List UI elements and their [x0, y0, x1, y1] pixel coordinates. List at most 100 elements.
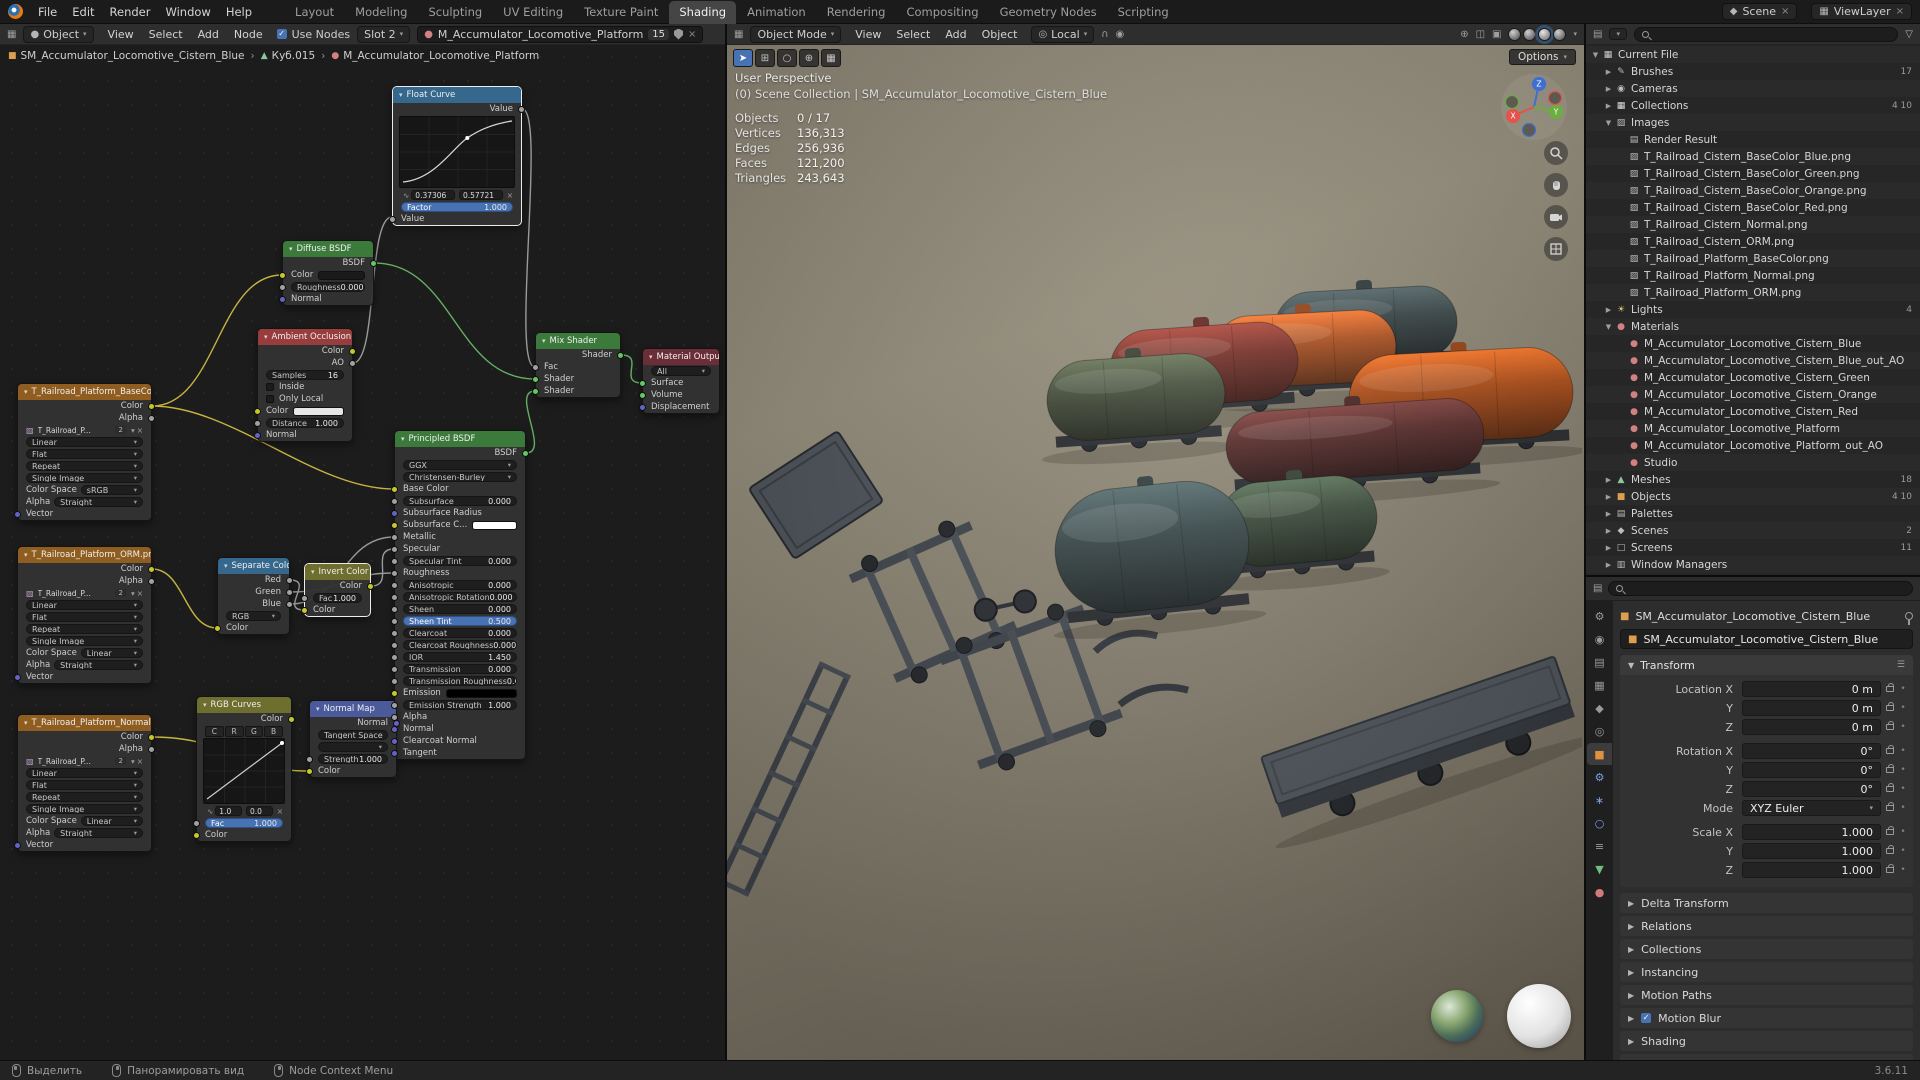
menu-help[interactable]: Help	[219, 3, 259, 21]
dropdown-field[interactable]: Repeat ▾	[26, 461, 143, 471]
node-prop-alpha[interactable]: Alpha Straight ▾	[18, 496, 151, 508]
matcap-preview-sphere[interactable]	[1507, 984, 1571, 1048]
animate-dot-icon[interactable]: •	[1899, 846, 1907, 856]
node-slider-sheen[interactable]: Sheen 0.000	[391, 603, 525, 615]
node-header-ambient-occlusion[interactable]: ▾ Ambient Occlusion	[258, 329, 352, 345]
disclosure-right-icon[interactable]: ▶	[1603, 561, 1614, 569]
outliner-row-m-accumulator-locomotive-cistern-blue[interactable]: ● M_Accumulator_Locomotive_Cistern_Blue	[1586, 335, 1920, 352]
node-header-invert-color[interactable]: ▾ Invert Color	[305, 564, 370, 580]
node-socket[interactable]	[148, 577, 155, 585]
dropdown-field[interactable]: Flat ▾	[26, 780, 143, 790]
unlink-image-icon[interactable]: ×	[137, 426, 143, 435]
slider-field[interactable]: Clearcoat 0.000	[403, 628, 517, 638]
menu-view[interactable]: View	[101, 26, 141, 43]
section-collections[interactable]: ▶ Collections	[1620, 939, 1913, 959]
curve-widget[interactable]	[399, 116, 516, 188]
node-dropdown-rgb[interactable]: RGB ▾	[218, 610, 289, 622]
node-header-material-output[interactable]: ▾ Material Output	[643, 349, 719, 365]
value-field[interactable]: 1.000	[1742, 862, 1881, 878]
browse-image-icon[interactable]: ▾	[131, 757, 135, 766]
animate-dot-icon[interactable]: •	[1899, 765, 1907, 775]
color-swatch[interactable]	[293, 406, 344, 416]
node-socket[interactable]	[391, 533, 398, 541]
slider-field[interactable]: Fac 1.000	[205, 818, 283, 828]
node-socket[interactable]	[279, 283, 286, 291]
blender-logo-icon[interactable]	[8, 4, 23, 19]
material-users-count[interactable]: 15	[648, 28, 670, 40]
dropdown-field[interactable]: Single Image ▾	[26, 804, 143, 814]
value-field[interactable]: 0 m	[1742, 681, 1881, 697]
node-dropdown-linear[interactable]: Linear ▾	[18, 436, 151, 448]
slider-field[interactable]: Fac 1.000	[313, 593, 362, 603]
platform-arc[interactable]	[1117, 681, 1189, 708]
color-swatch[interactable]	[445, 688, 517, 698]
node-socket[interactable]	[617, 351, 624, 359]
node-float-curve[interactable]: ▾ Float Curve Value ∿ 0.37306 0.57721 × Factor 1…	[389, 86, 525, 226]
lock-icon[interactable]	[1886, 826, 1894, 835]
node-socket[interactable]	[370, 259, 377, 267]
node-prop-color-space[interactable]: Color Space Linear ▾	[18, 815, 151, 827]
outliner-row-m-accumulator-locomotive-cistern-green[interactable]: ● M_Accumulator_Locomotive_Cistern_Green	[1586, 369, 1920, 386]
node-slider-transmission[interactable]: Transmission 0.000	[391, 663, 525, 675]
section-motion-blur[interactable]: ▶ ✓ Motion Blur	[1620, 1008, 1913, 1028]
slider-field[interactable]: Factor 1.000	[401, 202, 513, 212]
node-header-mix-shader[interactable]: ▾ Mix Shader	[536, 333, 620, 349]
move-tool[interactable]: ▦	[821, 49, 841, 67]
node-socket[interactable]	[518, 105, 525, 113]
browse-image-icon[interactable]: ▾	[131, 589, 135, 598]
viewlayer-new-icon[interactable]: ×	[1896, 6, 1904, 17]
value-field[interactable]: 0°	[1742, 743, 1881, 759]
node-slider-anisotropic-rotation[interactable]: Anisotropic Rotation 0.000	[391, 591, 525, 603]
node-prop-color-space[interactable]: Color Space sRGB ▾	[18, 484, 151, 496]
node-socket[interactable]	[391, 701, 398, 709]
lock-icon[interactable]	[1886, 721, 1894, 730]
disclosure-down-icon[interactable]: ▼	[1603, 119, 1614, 127]
panel-menu-icon[interactable]: ☰	[1897, 660, 1905, 670]
slider-field[interactable]: Clearcoat Roughness 0.000	[403, 640, 517, 650]
node-socket[interactable]	[214, 624, 221, 632]
breadcrumb-item-material[interactable]: ● M_Accumulator_Locomotive_Platform	[331, 50, 539, 62]
properties-tab-data[interactable]: ▼	[1587, 858, 1612, 880]
node-dropdown-ggx[interactable]: GGX ▾	[395, 459, 525, 471]
collapse-arrow-icon[interactable]: ▾	[316, 705, 320, 713]
node-slider-fac[interactable]: Fac 1.000	[193, 817, 291, 829]
disclosure-down-icon[interactable]: ▼	[1590, 51, 1601, 59]
node-socket[interactable]	[391, 665, 398, 673]
node-dropdown-linear[interactable]: Linear ▾	[18, 599, 151, 611]
node-socket[interactable]	[391, 653, 398, 661]
lock-icon[interactable]	[1886, 802, 1894, 811]
collapse-arrow-icon[interactable]: ▾	[24, 551, 28, 559]
node-socket[interactable]	[306, 755, 313, 763]
section-motion-paths[interactable]: ▶ Motion Paths	[1620, 985, 1913, 1005]
lock-icon[interactable]	[1886, 864, 1894, 873]
node-socket[interactable]	[391, 521, 398, 529]
properties-tab-scene[interactable]: ◆	[1587, 697, 1612, 719]
node-dropdown-single-image[interactable]: Single Image ▾	[18, 472, 151, 484]
node-header-diffuse-bsdf[interactable]: ▾ Diffuse BSDF	[283, 241, 373, 257]
animate-dot-icon[interactable]: •	[1899, 684, 1907, 694]
animate-dot-icon[interactable]: •	[1899, 703, 1907, 713]
disclosure-right-icon[interactable]: ▶	[1603, 68, 1614, 76]
collapse-arrow-icon[interactable]: ▾	[649, 353, 653, 361]
point-x-field[interactable]: 0.37306	[411, 190, 455, 200]
node-header-principled-bsdf[interactable]: ▾ Principled BSDF	[395, 431, 525, 447]
image-selector[interactable]: ▨ T_Railroad_P... 2 ▾ ×	[18, 587, 151, 599]
slider-field[interactable]: Roughness 0.000	[291, 282, 365, 292]
outliner-row-m-accumulator-locomotive-cistern-orange[interactable]: ● M_Accumulator_Locomotive_Cistern_Orange	[1586, 386, 1920, 403]
disclosure-right-icon[interactable]: ▶	[1603, 493, 1614, 501]
lock-icon[interactable]	[1886, 764, 1894, 773]
node-slider-ior[interactable]: IOR 1.450	[391, 651, 525, 663]
node-socket[interactable]	[14, 841, 21, 849]
image-users-count[interactable]: 2	[115, 757, 126, 765]
node-color-color[interactable]: Color	[254, 405, 352, 417]
node-socket[interactable]	[391, 617, 398, 625]
properties-tab-object[interactable]: ■	[1587, 743, 1612, 765]
outliner-search-field[interactable]	[1633, 26, 1899, 42]
node-socket[interactable]	[148, 745, 155, 753]
node-socket[interactable]	[349, 359, 356, 367]
wireframe-shading-icon[interactable]	[1508, 27, 1522, 41]
platform-flat[interactable]	[1246, 651, 1582, 857]
disclosure-right-icon[interactable]: ▶	[1603, 510, 1614, 518]
collapse-arrow-icon[interactable]: ▾	[542, 337, 546, 345]
properties-search-field[interactable]	[1608, 581, 1913, 596]
